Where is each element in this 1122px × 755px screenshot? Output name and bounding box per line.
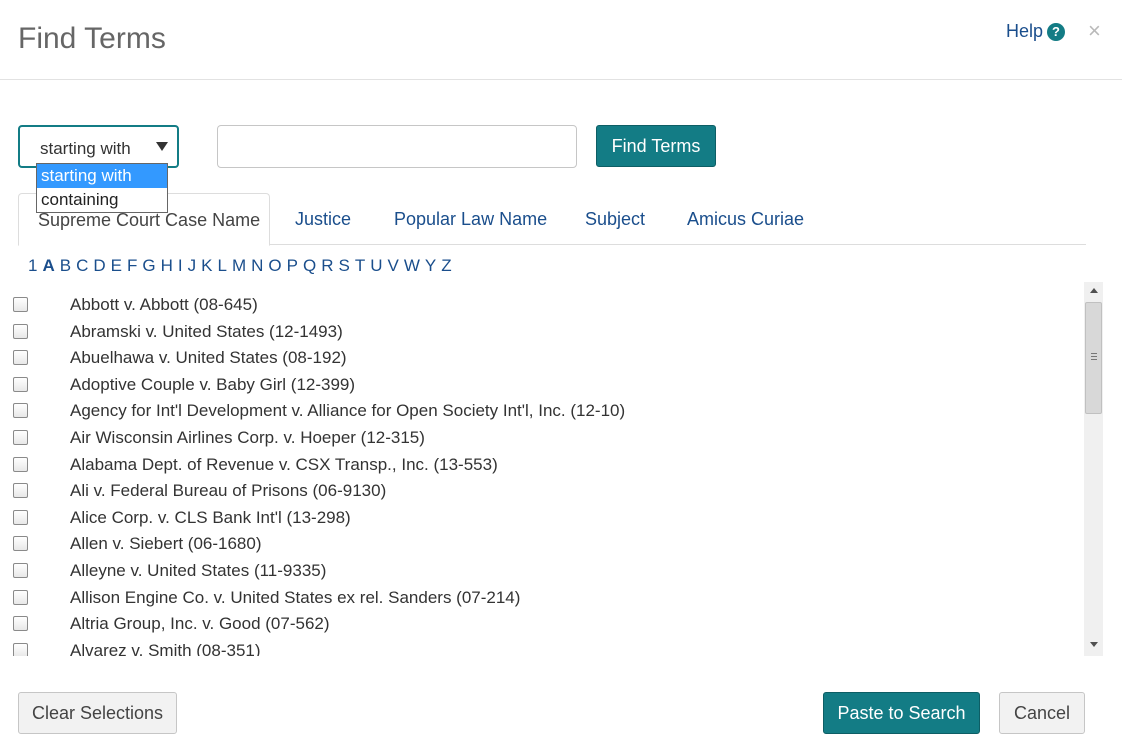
alphabet-letter-l[interactable]: L [217,256,226,275]
list-item: Air Wisconsin Airlines Corp. v. Hoeper (… [0,428,1084,455]
term-search-input[interactable] [217,125,577,168]
list-item: Alleyne v. United States (11-9335) [0,561,1084,588]
list-item: Alvarez v. Smith (08-351) [0,641,1084,656]
chevron-down-icon [156,142,168,151]
list-item: Allen v. Siebert (06-1680) [0,534,1084,561]
alphabet-letter-h[interactable]: H [161,256,173,275]
alphabet-index: 1ABCDEFGHIJKLMNOPQRSTUVWYZ [28,256,457,276]
list-item: Adoptive Couple v. Baby Girl (12-399) [0,375,1084,402]
term-checkbox[interactable] [13,563,28,578]
grip-line [1091,353,1097,354]
alphabet-letter-a[interactable]: A [42,256,54,275]
search-mode-option-starting-with[interactable]: starting with [37,164,167,188]
term-label: Alvarez v. Smith (08-351) [70,640,261,656]
tab-popular-law-name[interactable]: Popular Law Name [394,193,547,245]
term-checkbox[interactable] [13,616,28,632]
paste-to-search-button[interactable]: Paste to Search [823,692,980,734]
term-label: Allen v. Siebert (06-1680) [70,534,262,554]
list-item: Agency for Int'l Development v. Alliance… [0,401,1084,428]
alphabet-letter-s[interactable]: S [339,256,350,275]
term-checkbox[interactable] [13,536,28,552]
alphabet-letter-v[interactable]: V [388,256,399,275]
search-mode-option-containing[interactable]: containing [37,188,167,212]
term-checkbox[interactable] [13,350,28,366]
term-list-scrollbar[interactable] [1084,282,1103,656]
alphabet-letter-g[interactable]: G [142,256,155,275]
list-item: Abbott v. Abbott (08-645) [0,295,1084,322]
alphabet-letter-p[interactable]: P [287,256,298,275]
tab-subject[interactable]: Subject [585,193,645,245]
list-item: Ali v. Federal Bureau of Prisons (06-913… [0,481,1084,508]
term-label: Alleyne v. United States (11-9335) [70,561,327,580]
alphabet-letter-m[interactable]: M [232,256,246,275]
alphabet-letter-y[interactable]: Y [425,256,436,275]
alphabet-letter-z[interactable]: Z [441,256,451,275]
term-label: Altria Group, Inc. v. Good (07-562) [70,614,330,634]
term-label: Ali v. Federal Bureau of Prisons (06-913… [70,481,387,501]
category-tabs: Supreme Court Case Name Justice Popular … [18,193,1086,246]
term-label: Agency for Int'l Development v. Alliance… [70,401,626,421]
alphabet-letter-b[interactable]: B [60,256,71,275]
scroll-up-arrow-icon[interactable] [1090,288,1098,293]
grip-line [1091,356,1097,357]
list-item: Alabama Dept. of Revenue v. CSX Transp.,… [0,455,1084,482]
dialog-title: Find Terms [18,22,166,55]
alphabet-letter-c[interactable]: C [76,256,88,275]
term-label: Abbott v. Abbott (08-645) [70,295,258,314]
term-checkbox[interactable] [13,403,28,419]
term-label: Abuelhawa v. United States (08-192) [70,348,347,368]
alphabet-letter-n[interactable]: N [251,256,263,275]
alphabet-letter-u[interactable]: U [370,256,382,275]
grip-line [1091,359,1097,360]
list-item: Abramski v. United States (12-1493) [0,322,1084,349]
alphabet-letter-w[interactable]: W [404,256,420,275]
alphabet-letter-d[interactable]: D [93,256,105,275]
term-checkbox[interactable] [13,589,28,605]
alphabet-letter-e[interactable]: E [111,256,122,275]
alphabet-letter-f[interactable]: F [127,256,137,275]
term-checkbox[interactable] [13,376,28,392]
list-item: Abuelhawa v. United States (08-192) [0,348,1084,375]
term-label: Alice Corp. v. CLS Bank Int'l (13-298) [70,507,351,527]
list-item: Allison Engine Co. v. United States ex r… [0,588,1084,615]
scroll-down-arrow-icon[interactable] [1090,642,1098,647]
tab-amicus-curiae[interactable]: Amicus Curiae [687,193,804,245]
term-checkbox[interactable] [13,323,28,339]
list-item: Altria Group, Inc. v. Good (07-562) [0,614,1084,641]
alphabet-letter-t[interactable]: T [355,256,365,275]
list-item: Alice Corp. v. CLS Bank Int'l (13-298) [0,508,1084,535]
term-checkbox[interactable] [13,509,28,525]
alphabet-letter-o[interactable]: O [268,256,281,275]
help-link[interactable]: Help ? [1006,21,1066,42]
find-terms-button[interactable]: Find Terms [596,125,716,167]
help-icon: ? [1047,22,1066,41]
term-label: Abramski v. United States (12-1493) [70,321,343,341]
search-mode-value: starting with [40,139,131,158]
term-checkbox[interactable] [13,297,28,312]
dialog-header: Find Terms Help ? × [0,0,1122,80]
term-checkbox[interactable] [13,642,28,656]
help-label: Help [1006,21,1044,41]
cancel-button[interactable]: Cancel [999,692,1085,734]
close-icon[interactable]: × [1088,20,1101,42]
term-checkbox[interactable] [13,430,28,445]
alphabet-letter-1[interactable]: 1 [28,256,37,275]
clear-selections-button[interactable]: Clear Selections [18,692,177,734]
search-mode-options: starting with containing [36,163,168,213]
term-checkbox[interactable] [13,456,28,472]
term-checkbox[interactable] [13,483,28,499]
alphabet-letter-k[interactable]: K [201,256,212,275]
scrollbar-thumb[interactable] [1085,302,1102,414]
search-mode-select[interactable]: starting with [18,125,179,168]
alphabet-letter-j[interactable]: J [188,256,197,275]
alphabet-letter-r[interactable]: R [321,256,333,275]
tab-justice[interactable]: Justice [295,193,351,245]
alphabet-letter-q[interactable]: Q [303,256,316,275]
term-label: Alabama Dept. of Revenue v. CSX Transp.,… [70,454,498,474]
alphabet-letter-i[interactable]: I [178,256,183,275]
term-label: Allison Engine Co. v. United States ex r… [70,587,521,607]
term-list: Abbott v. Abbott (08-645) Abramski v. Uni… [0,282,1084,656]
term-label: Air Wisconsin Airlines Corp. v. Hoeper (… [70,428,425,447]
term-label: Adoptive Couple v. Baby Girl (12-399) [70,374,356,394]
